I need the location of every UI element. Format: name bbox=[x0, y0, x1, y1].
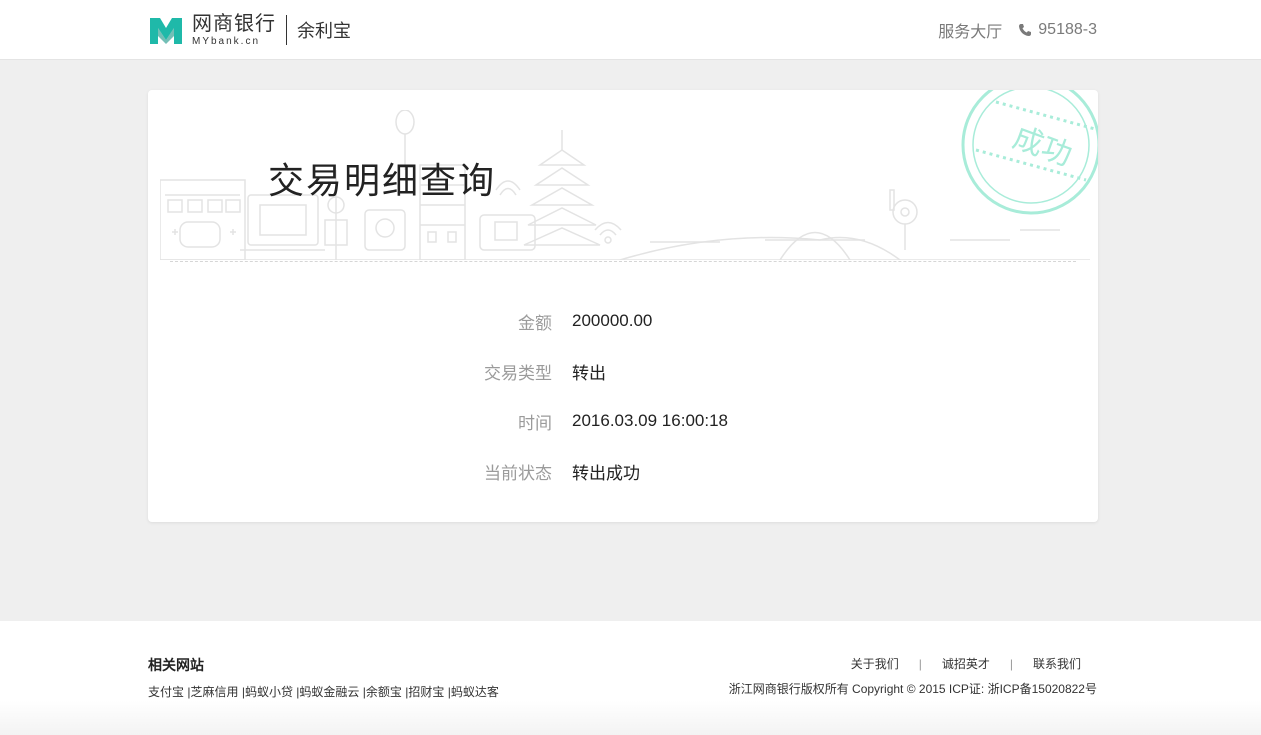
transaction-detail-card: 交易明细查询 成功 金额 200000.00 交易类型 转出 时间 2016.0… bbox=[148, 90, 1098, 522]
brand-name-cn: 网商银行 bbox=[192, 12, 276, 35]
careers-link[interactable]: 诚招英才 bbox=[942, 655, 990, 672]
page-title: 交易明细查询 bbox=[268, 160, 497, 201]
detail-list: 金额 200000.00 交易类型 转出 时间 2016.03.09 16:00… bbox=[148, 296, 1098, 496]
footer-link-alipay[interactable]: 支付宝 bbox=[148, 685, 184, 699]
phone-number: 95188-3 bbox=[1038, 21, 1097, 38]
detail-value: 200000.00 bbox=[572, 311, 653, 330]
contact-us-link[interactable]: 联系我们 bbox=[1033, 655, 1081, 672]
mybank-logo-icon bbox=[150, 18, 182, 44]
brand-text: 网商银行 MYbank.cn bbox=[192, 14, 276, 47]
footer-link-zhima[interactable]: |芝麻信用 bbox=[187, 685, 238, 699]
footer-link-antloan[interactable]: |蚂蚁小贷 bbox=[242, 685, 293, 699]
about-us-link[interactable]: 关于我们 bbox=[851, 655, 899, 672]
detail-label: 当前状态 bbox=[484, 463, 552, 483]
footer-right: 关于我们 | 诚招英才 | 联系我们 浙江网商银行版权所有 Copyright … bbox=[729, 655, 1097, 697]
detail-row-time: 时间 2016.03.09 16:00:18 bbox=[148, 396, 1098, 446]
header-right: 服务大厅 95188-3 bbox=[938, 18, 1097, 42]
detail-row-type: 交易类型 转出 bbox=[148, 346, 1098, 396]
detail-row-amount: 金额 200000.00 bbox=[148, 296, 1098, 346]
related-sites-links: 支付宝 |芝麻信用 |蚂蚁小贷 |蚂蚁金融云 |余额宝 |招财宝 |蚂蚁达客 bbox=[148, 683, 499, 700]
copyright: 浙江网商银行版权所有 Copyright © 2015 ICP证: 浙ICP备1… bbox=[728, 682, 1097, 696]
footer-nav: 关于我们 | 诚招英才 | 联系我们 bbox=[729, 655, 1097, 672]
detail-label: 时间 bbox=[518, 413, 552, 433]
footer-link-yuebao[interactable]: |余额宝 bbox=[363, 685, 402, 699]
page-footer: 相关网站 支付宝 |芝麻信用 |蚂蚁小贷 |蚂蚁金融云 |余额宝 |招财宝 |蚂… bbox=[0, 621, 1261, 735]
related-sites: 相关网站 支付宝 |芝麻信用 |蚂蚁小贷 |蚂蚁金融云 |余额宝 |招财宝 |蚂… bbox=[148, 655, 499, 700]
detail-value: 转出 bbox=[572, 363, 606, 383]
stamp-text: 成功 bbox=[1008, 120, 1076, 173]
detail-value: 2016.03.09 16:00:18 bbox=[572, 411, 728, 430]
detail-value: 转出成功 bbox=[572, 463, 640, 483]
nav-separator: | bbox=[1009, 656, 1013, 671]
brand[interactable]: 网商银行 MYbank.cn 余利宝 bbox=[148, 13, 351, 47]
brand-name-en: MYbank.cn bbox=[192, 35, 261, 47]
detail-row-status: 当前状态 转出成功 bbox=[148, 446, 1098, 496]
service-hall-link[interactable]: 服务大厅 bbox=[938, 18, 1002, 42]
title-divider bbox=[170, 261, 1076, 262]
brand-divider bbox=[286, 15, 287, 45]
detail-label: 交易类型 bbox=[484, 363, 552, 383]
top-header: 网商银行 MYbank.cn 余利宝 服务大厅 95188-3 bbox=[0, 0, 1261, 60]
related-sites-heading: 相关网站 bbox=[148, 657, 204, 673]
footer-link-antcloud[interactable]: |蚂蚁金融云 bbox=[296, 685, 359, 699]
detail-label: 金额 bbox=[518, 313, 552, 333]
phone-icon bbox=[1019, 24, 1032, 36]
footer-link-antdake[interactable]: |蚂蚁达客 bbox=[448, 685, 499, 699]
nav-separator: | bbox=[918, 656, 922, 671]
footer-link-zhaocaibao[interactable]: |招财宝 bbox=[405, 685, 444, 699]
success-stamp-icon: 成功 bbox=[961, 90, 1098, 215]
product-name: 余利宝 bbox=[297, 21, 351, 41]
